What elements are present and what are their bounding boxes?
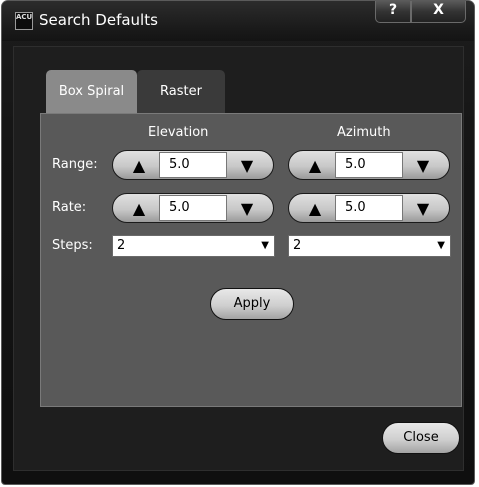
rate-azimuth-stepper: ▲ 5.0 ▼ bbox=[288, 193, 450, 223]
close-button[interactable]: Close bbox=[382, 422, 460, 454]
down-arrow-icon: ▼ bbox=[240, 198, 254, 218]
steps-label: Steps: bbox=[52, 238, 93, 253]
steps-azimuth-select[interactable]: 2 ▼ bbox=[288, 235, 451, 257]
dropdown-arrow-icon: ▼ bbox=[261, 240, 269, 251]
up-arrow-icon: ▲ bbox=[132, 155, 146, 175]
range-elevation-up-button[interactable]: ▲ bbox=[117, 151, 161, 179]
steps-elevation-value: 2 bbox=[117, 238, 126, 253]
rate-azimuth-down-button[interactable]: ▼ bbox=[401, 194, 445, 222]
down-arrow-icon: ▼ bbox=[416, 198, 430, 218]
box-spiral-panel: Elevation Azimuth Range: ▲ 5.0 ▼ ▲ 5.0 ▼… bbox=[40, 113, 462, 407]
range-label: Range: bbox=[52, 157, 98, 172]
apply-button[interactable]: Apply bbox=[210, 288, 294, 320]
rate-elevation-value[interactable]: 5.0 bbox=[159, 195, 227, 221]
dialog-body: Box Spiral Raster Elevation Azimuth Rang… bbox=[13, 46, 464, 471]
range-azimuth-stepper: ▲ 5.0 ▼ bbox=[288, 150, 450, 180]
close-window-button[interactable]: X bbox=[411, 1, 466, 23]
dialog-window: ACU Search Defaults ? X Box Spiral Raste… bbox=[1, 0, 475, 485]
range-elevation-stepper: ▲ 5.0 ▼ bbox=[112, 150, 274, 180]
down-arrow-icon: ▼ bbox=[240, 155, 254, 175]
range-elevation-value[interactable]: 5.0 bbox=[159, 152, 227, 178]
dropdown-arrow-icon: ▼ bbox=[437, 240, 445, 251]
azimuth-header: Azimuth bbox=[337, 125, 391, 140]
rate-elevation-up-button[interactable]: ▲ bbox=[117, 194, 161, 222]
app-icon: ACU bbox=[15, 12, 33, 30]
tab-raster[interactable]: Raster bbox=[137, 70, 225, 115]
help-button[interactable]: ? bbox=[375, 1, 411, 23]
tab-box-spiral[interactable]: Box Spiral bbox=[46, 70, 137, 115]
steps-elevation-select[interactable]: 2 ▼ bbox=[112, 235, 275, 257]
rate-azimuth-value[interactable]: 5.0 bbox=[335, 195, 403, 221]
elevation-header: Elevation bbox=[148, 125, 209, 140]
steps-azimuth-value: 2 bbox=[293, 238, 302, 253]
range-azimuth-value[interactable]: 5.0 bbox=[335, 152, 403, 178]
rate-label: Rate: bbox=[52, 200, 87, 215]
window-title: Search Defaults bbox=[39, 11, 158, 29]
range-elevation-down-button[interactable]: ▼ bbox=[225, 151, 269, 179]
up-arrow-icon: ▲ bbox=[308, 155, 322, 175]
range-azimuth-up-button[interactable]: ▲ bbox=[293, 151, 337, 179]
rate-elevation-stepper: ▲ 5.0 ▼ bbox=[112, 193, 274, 223]
up-arrow-icon: ▲ bbox=[308, 198, 322, 218]
rate-azimuth-up-button[interactable]: ▲ bbox=[293, 194, 337, 222]
up-arrow-icon: ▲ bbox=[132, 198, 146, 218]
range-azimuth-down-button[interactable]: ▼ bbox=[401, 151, 445, 179]
rate-elevation-down-button[interactable]: ▼ bbox=[225, 194, 269, 222]
down-arrow-icon: ▼ bbox=[416, 155, 430, 175]
